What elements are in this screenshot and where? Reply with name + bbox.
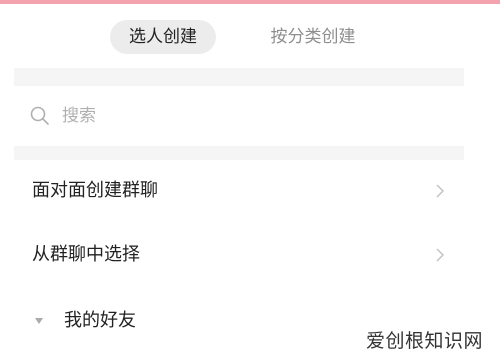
section-divider bbox=[14, 68, 464, 86]
menu-item-face-to-face[interactable]: 面对面创建群聊 bbox=[14, 160, 464, 222]
menu-item-label: 面对面创建群聊 bbox=[32, 180, 158, 201]
search-input[interactable] bbox=[62, 100, 442, 132]
tab-by-category[interactable]: 按分类创建 bbox=[248, 20, 378, 54]
menu-item-label: 从群聊中选择 bbox=[32, 244, 140, 265]
create-mode-tabs: 选人创建 按分类创建 bbox=[0, 20, 500, 56]
chevron-right-icon bbox=[436, 184, 445, 198]
search-bar[interactable] bbox=[14, 86, 464, 146]
top-accent-strip bbox=[0, 0, 500, 4]
section-divider bbox=[14, 146, 464, 160]
menu-item-from-group-chat[interactable]: 从群聊中选择 bbox=[14, 224, 464, 286]
friends-group-label: 我的好友 bbox=[64, 310, 136, 331]
chevron-right-icon bbox=[436, 248, 445, 262]
search-icon bbox=[30, 106, 49, 125]
partial-list-item bbox=[92, 350, 138, 360]
triangle-down-icon bbox=[35, 318, 43, 324]
tab-select-people[interactable]: 选人创建 bbox=[110, 20, 216, 54]
watermark: 爱创根知识网 bbox=[366, 330, 484, 352]
